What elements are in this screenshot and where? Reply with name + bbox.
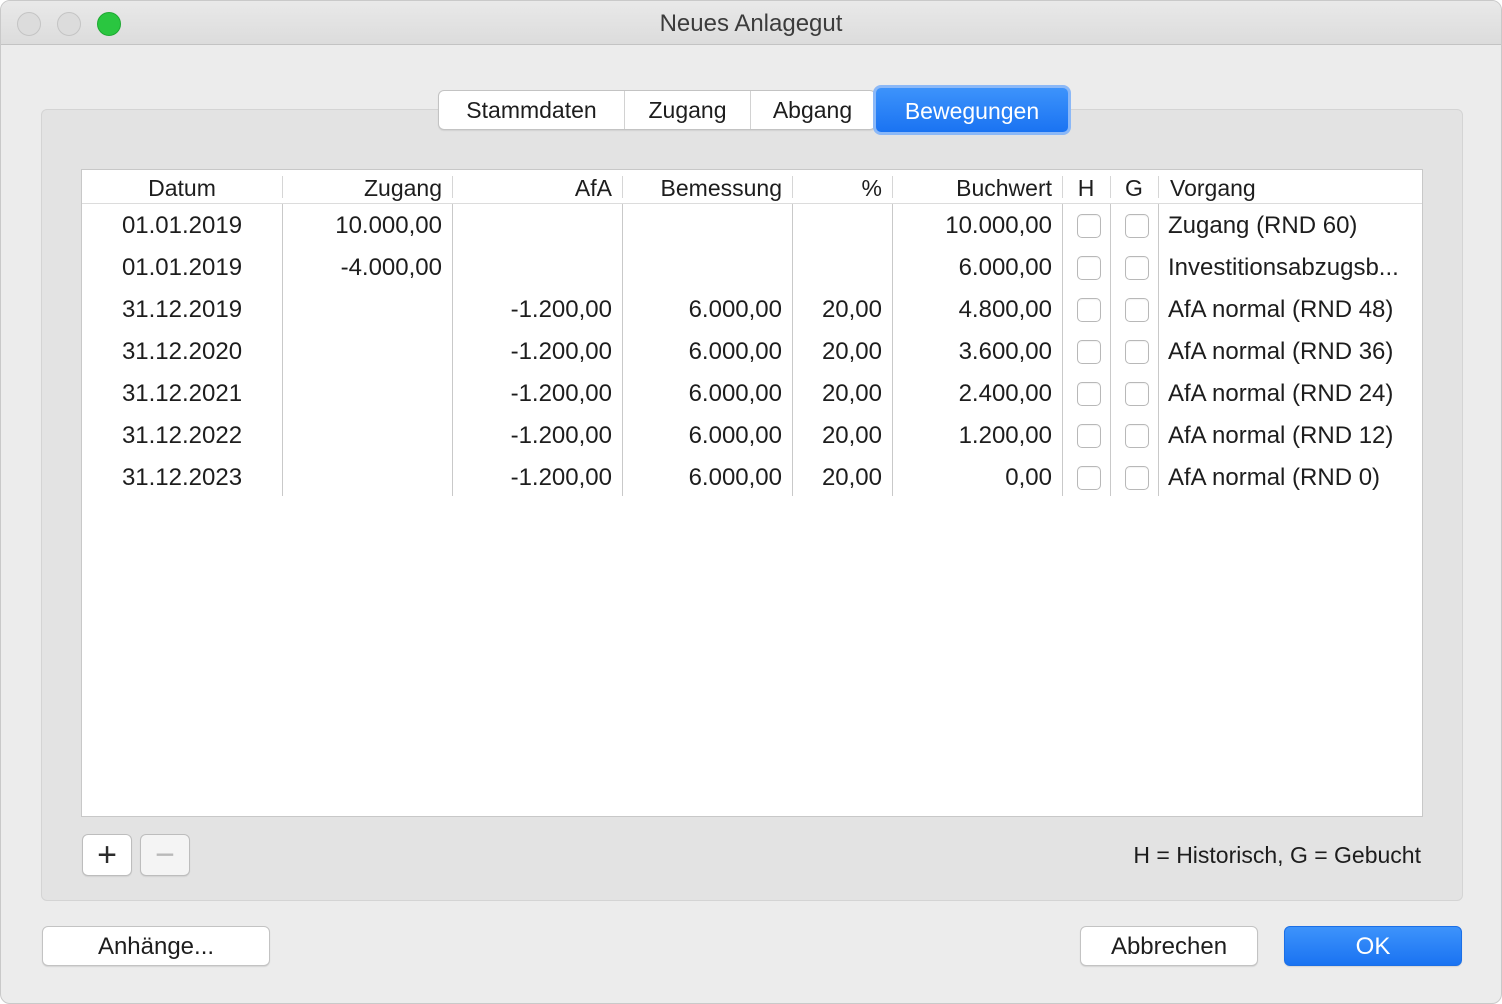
cell-afa: -1.200,00: [510, 338, 612, 365]
gebucht-checkbox[interactable]: [1125, 424, 1149, 448]
tab-abgang[interactable]: Abgang: [751, 91, 875, 129]
cell-vorgang: AfA normal (RND 0): [1168, 464, 1381, 491]
cell-bemessung: 6.000,00: [688, 338, 782, 365]
movements-table: Datum Zugang AfA Bemessung % Buchwert H …: [81, 169, 1423, 817]
cell-afa: -1.200,00: [510, 380, 612, 407]
cell-buchwert: 0,00: [1005, 464, 1052, 491]
column-header-prozent[interactable]: %: [792, 170, 882, 204]
column-header-bemessung[interactable]: Bemessung: [622, 170, 782, 204]
cell-vorgang: AfA normal (RND 48): [1168, 296, 1394, 323]
table-row[interactable]: 01.01.2019 10.000,00 10.000,00 Zugang (R…: [82, 204, 1422, 246]
cell-prozent: 20,00: [821, 380, 882, 407]
cell-zugang: [282, 288, 442, 330]
table-header: Datum Zugang AfA Bemessung % Buchwert H …: [82, 170, 1422, 204]
cell-prozent: 20,00: [821, 464, 882, 491]
tab-stammdaten[interactable]: Stammdaten: [439, 91, 625, 129]
cell-vorgang: AfA normal (RND 12): [1168, 422, 1394, 449]
tab-zugang[interactable]: Zugang: [625, 91, 751, 129]
cell-zugang: [282, 414, 442, 456]
ok-button[interactable]: OK: [1284, 926, 1462, 966]
table-row[interactable]: 31.12.2019 -1.200,00 6.000,00 20,00 4.80…: [82, 288, 1422, 330]
column-header-afa[interactable]: AfA: [452, 170, 612, 204]
cell-prozent: 20,00: [821, 338, 882, 365]
table-row[interactable]: 01.01.2019 -4.000,00 6.000,00 Investitio…: [82, 246, 1422, 288]
cell-afa: -1.200,00: [510, 464, 612, 491]
cell-datum: 31.12.2020: [121, 338, 243, 365]
cell-datum: 31.12.2023: [121, 464, 243, 491]
cell-buchwert: 2.400,00: [958, 380, 1052, 407]
column-header-zugang[interactable]: Zugang: [282, 170, 442, 204]
cell-bemessung: [622, 246, 782, 288]
title-bar: Neues Anlagegut: [1, 1, 1501, 45]
cell-buchwert: 1.200,00: [958, 422, 1052, 449]
historisch-checkbox[interactable]: [1077, 298, 1101, 322]
cell-bemessung: 6.000,00: [688, 380, 782, 407]
attachments-button[interactable]: Anhänge...: [42, 926, 270, 966]
cell-datum: 31.12.2019: [121, 296, 243, 323]
legend-text: H = Historisch, G = Gebucht: [1133, 842, 1421, 868]
cell-prozent: [792, 204, 882, 246]
cell-zugang: [282, 372, 442, 414]
dialog-window: Neues Anlagegut Stammdaten Zugang Abgang…: [0, 0, 1502, 1004]
cancel-button[interactable]: Abbrechen: [1080, 926, 1258, 966]
column-header-vorgang[interactable]: Vorgang: [1170, 170, 1410, 204]
historisch-checkbox[interactable]: [1077, 466, 1101, 490]
table-row[interactable]: 31.12.2022 -1.200,00 6.000,00 20,00 1.20…: [82, 414, 1422, 456]
gebucht-checkbox[interactable]: [1125, 466, 1149, 490]
column-header-h[interactable]: H: [1062, 170, 1110, 204]
gebucht-checkbox[interactable]: [1125, 382, 1149, 406]
cell-buchwert: 4.800,00: [958, 296, 1052, 323]
cell-zugang: 10.000,00: [335, 212, 442, 239]
cell-zugang: [282, 330, 442, 372]
cell-vorgang: AfA normal (RND 24): [1168, 380, 1394, 407]
table-row[interactable]: 31.12.2021 -1.200,00 6.000,00 20,00 2.40…: [82, 372, 1422, 414]
gebucht-checkbox[interactable]: [1125, 298, 1149, 322]
cell-datum: 01.01.2019: [121, 212, 243, 239]
cell-bemessung: 6.000,00: [688, 422, 782, 449]
table-row[interactable]: 31.12.2023 -1.200,00 6.000,00 20,00 0,00…: [82, 456, 1422, 498]
cell-afa: -1.200,00: [510, 422, 612, 449]
cell-datum: 31.12.2022: [121, 422, 243, 449]
gebucht-checkbox[interactable]: [1125, 214, 1149, 238]
cell-vorgang: Zugang (RND 60): [1168, 212, 1358, 239]
gebucht-checkbox[interactable]: [1125, 340, 1149, 364]
cell-bemessung: [622, 204, 782, 246]
historisch-checkbox[interactable]: [1077, 424, 1101, 448]
cell-prozent: 20,00: [821, 296, 882, 323]
cell-datum: 01.01.2019: [121, 254, 243, 281]
column-header-g[interactable]: G: [1110, 170, 1158, 204]
historisch-checkbox[interactable]: [1077, 256, 1101, 280]
tab-bewegungen[interactable]: Bewegungen: [873, 85, 1071, 135]
cell-prozent: [792, 246, 882, 288]
cell-bemessung: 6.000,00: [688, 464, 782, 491]
cell-datum: 31.12.2021: [121, 380, 243, 407]
column-header-buchwert[interactable]: Buchwert: [892, 170, 1052, 204]
historisch-checkbox[interactable]: [1077, 382, 1101, 406]
tab-bar: Stammdaten Zugang Abgang Bewegungen: [438, 85, 1071, 135]
cell-bemessung: 6.000,00: [688, 296, 782, 323]
remove-row-button[interactable]: −: [140, 834, 190, 876]
cell-afa: [452, 204, 612, 246]
historisch-checkbox[interactable]: [1077, 340, 1101, 364]
cell-vorgang: Investitionsabzugsb...: [1168, 254, 1399, 281]
column-divider[interactable]: [1158, 176, 1159, 198]
table-row[interactable]: 31.12.2020 -1.200,00 6.000,00 20,00 3.60…: [82, 330, 1422, 372]
cell-zugang: -4.000,00: [340, 254, 442, 281]
cell-vorgang: AfA normal (RND 36): [1168, 338, 1394, 365]
cell-afa: [452, 246, 612, 288]
add-row-button[interactable]: +: [82, 834, 132, 876]
column-header-datum[interactable]: Datum: [82, 170, 282, 204]
cell-afa: -1.200,00: [510, 296, 612, 323]
window-title: Neues Anlagegut: [659, 10, 843, 37]
cell-zugang: [282, 456, 442, 498]
cell-buchwert: 3.600,00: [958, 338, 1052, 365]
cell-buchwert: 10.000,00: [945, 212, 1052, 239]
gebucht-checkbox[interactable]: [1125, 256, 1149, 280]
cell-buchwert: 6.000,00: [958, 254, 1052, 281]
historisch-checkbox[interactable]: [1077, 214, 1101, 238]
cell-prozent: 20,00: [821, 422, 882, 449]
